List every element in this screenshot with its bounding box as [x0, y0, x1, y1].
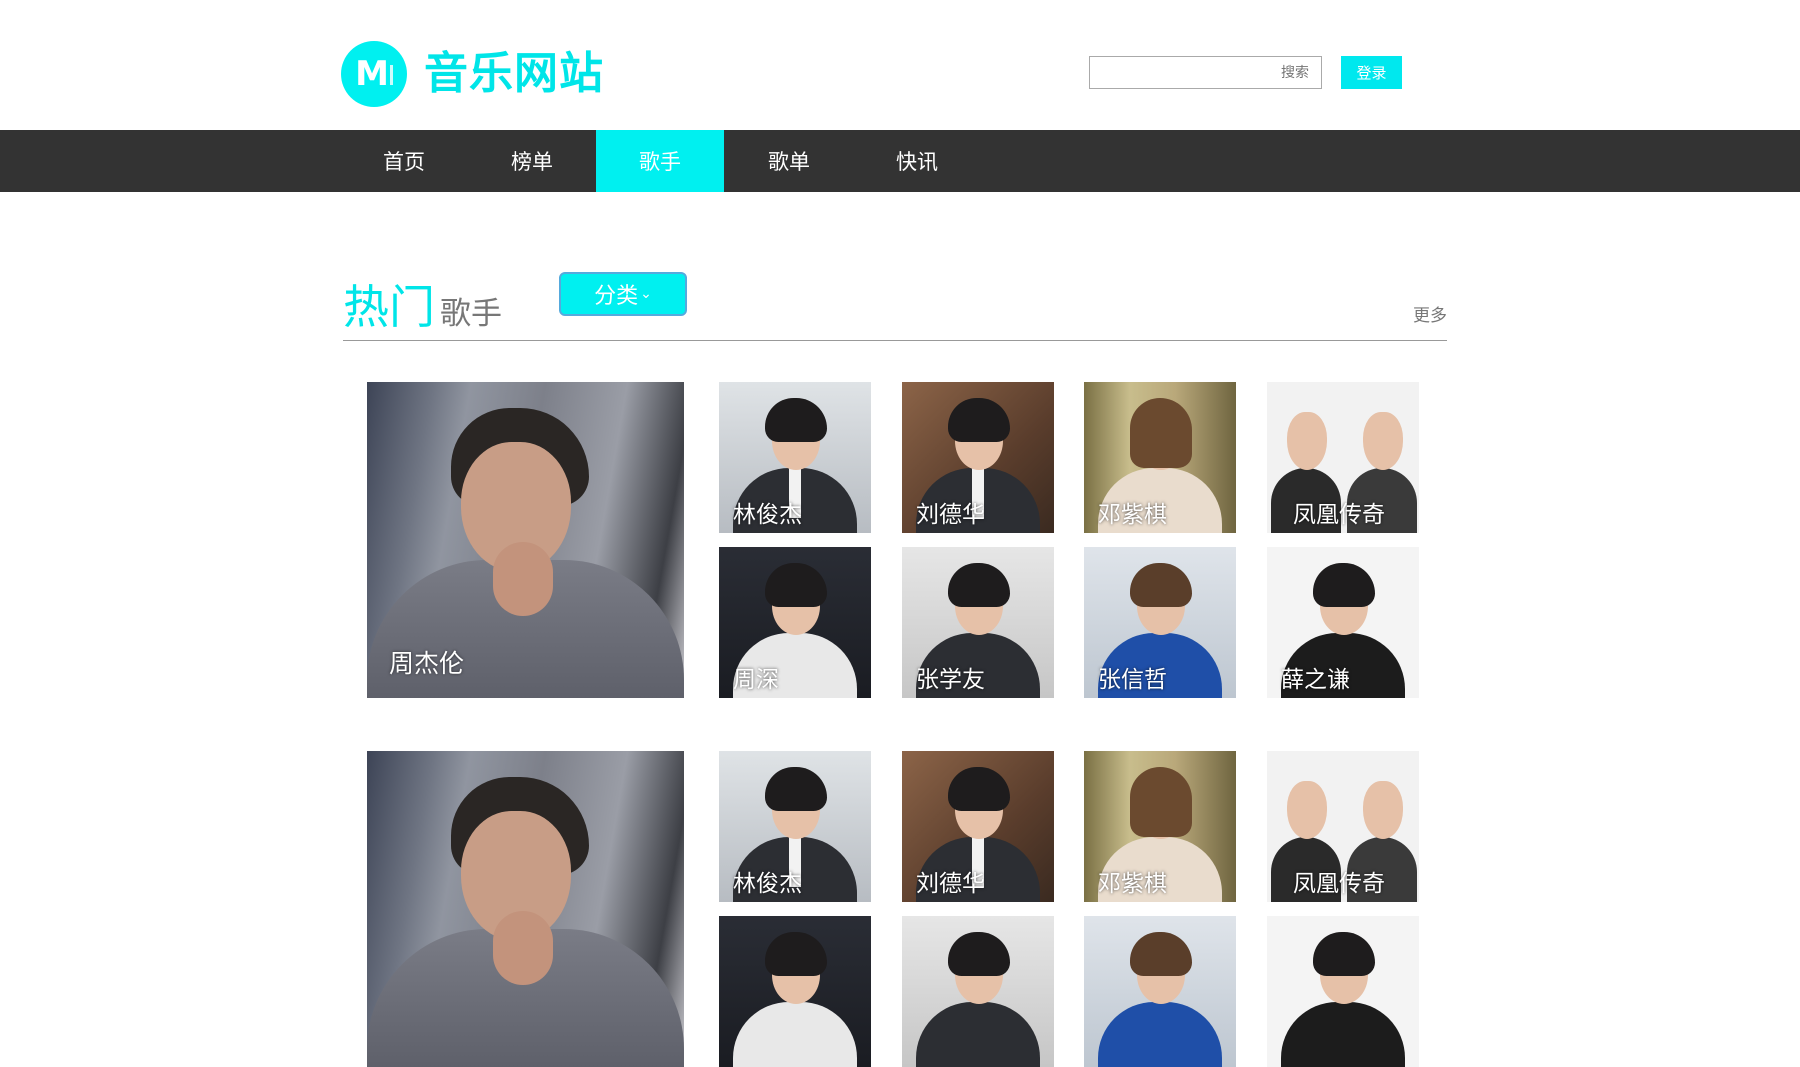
singer-card[interactable]	[1084, 916, 1236, 1067]
singer-name: 刘德华	[916, 871, 985, 897]
photo-hair	[1130, 398, 1192, 468]
singer-name: 刘德华	[916, 502, 985, 528]
photo-hair	[765, 398, 827, 442]
photo-hair	[948, 398, 1010, 442]
photo-face	[1363, 781, 1403, 839]
singer-card[interactable]: 林俊杰	[719, 751, 871, 902]
singer-name: 凤凰传奇	[1293, 871, 1385, 897]
singer-card[interactable]: 邓紫棋	[1084, 751, 1236, 902]
photo-hair	[765, 932, 827, 976]
singer-name: 邓紫棋	[1098, 871, 1167, 897]
photo-hair	[948, 932, 1010, 976]
category-button[interactable]: 分类 ⌄	[559, 272, 687, 316]
singer-name: 林俊杰	[733, 502, 802, 528]
singer-name: 周深	[733, 667, 779, 693]
photo-body	[1098, 1002, 1222, 1067]
photo-hair	[948, 767, 1010, 811]
featured-singer-name: 周杰伦	[389, 649, 465, 678]
section-header: 热门 歌手 分类 ⌄ 更多	[343, 266, 1447, 341]
singer-card[interactable]: 刘德华	[902, 382, 1054, 533]
logo-icon[interactable]: M	[341, 41, 407, 107]
photo-hair	[1313, 932, 1375, 976]
photo-hair	[1130, 563, 1192, 607]
singer-name: 邓紫棋	[1098, 502, 1167, 528]
singer-card[interactable]: 凤凰传奇	[1267, 382, 1419, 533]
chevron-down-icon: ⌄	[640, 286, 652, 302]
section-title: 歌手	[440, 296, 502, 332]
nav-item-charts[interactable]: 榜单	[468, 130, 596, 192]
photo-body	[1281, 1002, 1405, 1067]
singer-card[interactable]: 张学友	[902, 547, 1054, 698]
photo-hand	[493, 542, 553, 616]
photo-hair	[948, 563, 1010, 607]
singer-name: 凤凰传奇	[1293, 502, 1385, 528]
header: M 音乐网站 登录	[0, 0, 1800, 130]
photo-face	[1287, 781, 1327, 839]
nav-item-singers[interactable]: 歌手	[596, 130, 724, 192]
nav-item-playlists[interactable]: 歌单	[725, 130, 853, 192]
category-label: 分类	[594, 284, 639, 309]
singer-card[interactable]	[719, 916, 871, 1067]
singer-card[interactable]: 张信哲	[1084, 547, 1236, 698]
site-title[interactable]: 音乐网站	[424, 46, 604, 102]
photo-face	[1363, 412, 1403, 470]
singer-name: 张学友	[916, 667, 985, 693]
photo-face	[1287, 412, 1327, 470]
photo-hair	[1130, 932, 1192, 976]
singer-card[interactable]: 凤凰传奇	[1267, 751, 1419, 902]
featured-singer-card[interactable]	[367, 751, 684, 1067]
singer-name: 薛之谦	[1281, 667, 1350, 693]
photo-hand	[493, 911, 553, 985]
more-link[interactable]: 更多	[1413, 301, 1447, 326]
search-input[interactable]	[1090, 63, 1311, 82]
section-title-highlight: 热门	[343, 280, 435, 334]
photo-hair	[1130, 767, 1192, 837]
singer-card[interactable]	[902, 916, 1054, 1067]
singer-card[interactable]: 刘德华	[902, 751, 1054, 902]
photo-body	[916, 1002, 1040, 1067]
singer-card[interactable]	[1267, 916, 1419, 1067]
photo-hair	[765, 563, 827, 607]
nav-item-news[interactable]: 快讯	[853, 130, 981, 192]
photo-hair	[765, 767, 827, 811]
search-box[interactable]	[1089, 56, 1322, 89]
singer-name: 张信哲	[1098, 667, 1167, 693]
featured-singer-card[interactable]: 周杰伦	[367, 382, 684, 698]
singer-card[interactable]: 周深	[719, 547, 871, 698]
main-nav: 首页 榜单 歌手 歌单 快讯	[0, 130, 1800, 192]
photo-body	[733, 1002, 857, 1067]
nav-item-home[interactable]: 首页	[340, 130, 468, 192]
singer-card[interactable]: 薛之谦	[1267, 547, 1419, 698]
photo-hair	[1313, 563, 1375, 607]
singer-card[interactable]: 林俊杰	[719, 382, 871, 533]
login-button[interactable]: 登录	[1341, 56, 1402, 89]
singer-name: 林俊杰	[733, 871, 802, 897]
logo-bar	[390, 65, 393, 85]
logo-letter: M	[355, 54, 389, 94]
singer-card[interactable]: 邓紫棋	[1084, 382, 1236, 533]
